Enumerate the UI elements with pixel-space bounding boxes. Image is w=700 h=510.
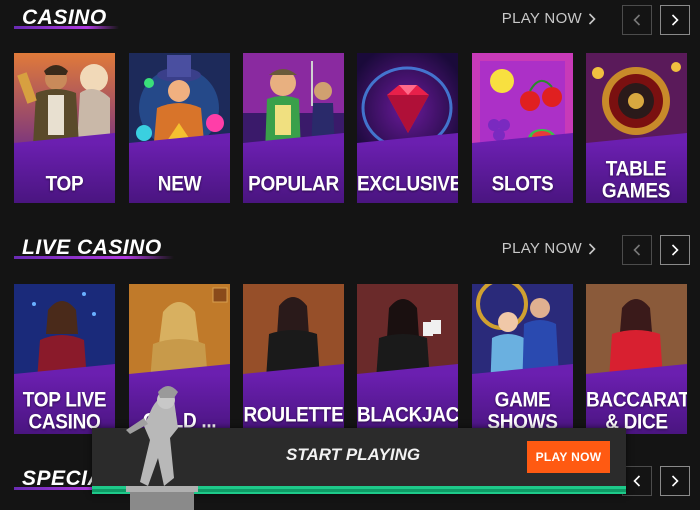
live-casino-prev-button[interactable] [622,235,652,265]
special-prev-button[interactable] [622,466,652,496]
casino-card-exclusive[interactable]: EXCLUSIVE [357,53,458,203]
play-now-label: PLAY NOW [501,10,582,27]
statue-mascot-icon [126,386,198,510]
casino-play-now-link[interactable]: PLAY NOW [502,10,596,27]
special-next-button[interactable] [660,466,690,496]
banner-text: START PLAYING [286,445,421,464]
casino-next-button[interactable] [660,5,690,35]
casino-card-table-games[interactable]: TABLE GAMES [586,53,687,203]
chevron-right-icon [588,12,596,25]
card-label: ROULETTE [243,403,344,427]
casino-card-row: TOP NEW POPULAR EXCLUSIVE SLOTS TABLE GA… [14,53,687,203]
chevron-left-icon [633,475,641,487]
chevron-right-icon [671,475,679,487]
chevron-left-icon [633,14,641,26]
casino-card-new[interactable]: NEW [129,53,230,203]
live-casino-card-row: TOP LIVE CASINO GOLD ... ROULETTE BLACKJ… [14,284,687,434]
card-label: TABLE GAMES [601,157,671,203]
section-title-live-casino: LIVE CASINO [14,236,174,260]
live-card-roulette[interactable]: ROULETTE [243,284,344,434]
card-label: SLOTS [491,172,554,196]
card-label: EXCLUSIVE [357,172,458,196]
play-now-label: PLAY NOW [501,240,582,257]
chevron-right-icon [588,242,596,255]
casino-card-popular[interactable]: POPULAR [243,53,344,203]
live-card-game-shows[interactable]: GAME SHOWS [472,284,573,434]
chevron-right-icon [671,14,679,26]
card-label: NEW [157,172,202,196]
card-label: TOP [45,172,84,196]
casino-section-header: CASINO PLAY NOW [0,0,700,40]
section-title-casino: CASINO [14,6,119,30]
live-card-top-live-casino[interactable]: TOP LIVE CASINO [14,284,115,434]
card-label: BLACKJACK [357,403,458,427]
casino-card-slots[interactable]: SLOTS [472,53,573,203]
casino-card-top[interactable]: TOP [14,53,115,203]
card-label: POPULAR [248,172,339,196]
live-card-blackjack[interactable]: BLACKJACK [357,284,458,434]
casino-prev-button[interactable] [622,5,652,35]
live-card-baccarat-dice[interactable]: BACCARAT & DICE [586,284,687,434]
live-casino-next-button[interactable] [660,235,690,265]
banner-play-now-button[interactable]: PLAY NOW [527,441,610,473]
chevron-left-icon [633,244,641,256]
live-casino-play-now-link[interactable]: PLAY NOW [502,240,596,257]
live-casino-section-header: LIVE CASINO PLAY NOW [0,230,700,270]
chevron-right-icon [671,244,679,256]
